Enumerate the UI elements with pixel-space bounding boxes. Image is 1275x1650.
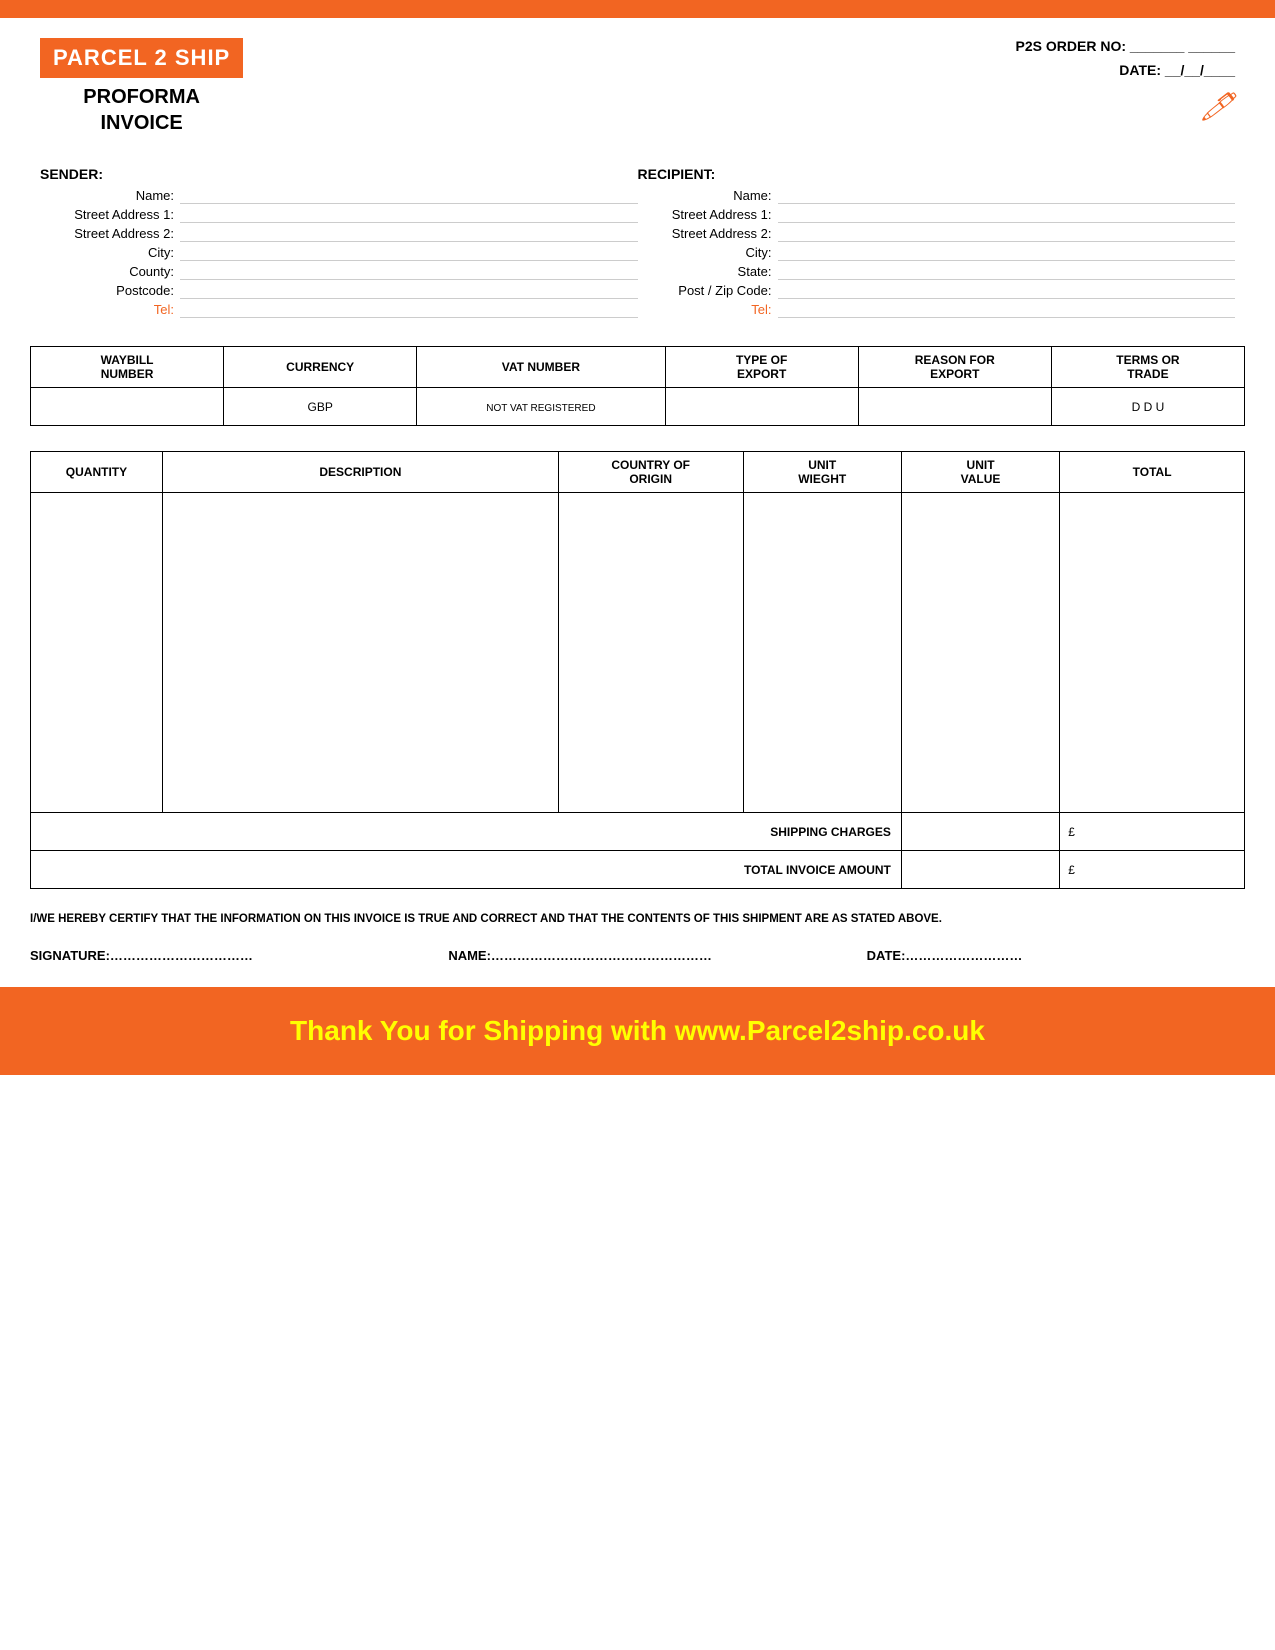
total-invoice-label: TOTAL INVOICE AMOUNT — [31, 851, 902, 889]
cell-item-unit-value — [901, 493, 1059, 813]
cell-item-total — [1060, 493, 1245, 813]
th-country-origin: COUNTRY OFORIGIN — [558, 452, 743, 493]
footer-text: Thank You for Shipping with www.Parcel2s… — [290, 1015, 985, 1047]
th-unit-value: UNITVALUE — [901, 452, 1059, 493]
th-unit-weight: UNITWIEGHT — [743, 452, 901, 493]
total-unit-wt-cell — [901, 851, 1059, 889]
signature-field: SIGNATURE:…………………………… — [30, 948, 408, 963]
logo-text: PARCEL 2 SHIP — [53, 45, 230, 70]
recipient-street1-row: Street Address 1: — [638, 207, 1236, 223]
invoice-total-row: TOTAL INVOICE AMOUNT £ — [31, 851, 1245, 889]
total-amount-cell: £ — [1060, 851, 1245, 889]
upper-table-header-row: WAYBILLNUMBER CURRENCY VAT NUMBER TYPE O… — [31, 347, 1245, 388]
recipient-block: RECIPIENT: Name: Street Address 1: Stree… — [638, 166, 1236, 321]
shipping-charges-label: SHIPPING CHARGES — [31, 813, 902, 851]
th-total: TOTAL — [1060, 452, 1245, 493]
cell-item-desc — [162, 493, 558, 813]
shipping-unit-wt-cell — [901, 813, 1059, 851]
signature-line: SIGNATURE:…………………………… NAME:…………………………………… — [0, 934, 1275, 977]
sender-city-row: City: — [40, 245, 638, 261]
header: PARCEL 2 SHIP PROFORMAINVOICE P2S ORDER … — [0, 18, 1275, 146]
shipping-total-cell: £ — [1060, 813, 1245, 851]
col-vat-header: VAT NUMBER — [417, 347, 665, 388]
name-field: NAME:…………………………………………… — [448, 948, 826, 963]
upper-table-data-row: GBP NOT VAT REGISTERED D D U — [31, 388, 1245, 426]
th-quantity: QUANTITY — [31, 452, 163, 493]
sender-name-row: Name: — [40, 188, 638, 204]
sender-label: SENDER: — [40, 166, 638, 182]
date-field: DATE: __/__/____ — [1016, 62, 1235, 78]
shipping-row: SHIPPING CHARGES £ — [31, 813, 1245, 851]
cell-item-origin — [558, 493, 743, 813]
sender-county-row: County: — [40, 264, 638, 280]
logo-title-block: PARCEL 2 SHIP PROFORMAINVOICE — [40, 38, 243, 136]
recipient-tel-row: Tel: — [638, 302, 1236, 318]
recipient-name-row: Name: — [638, 188, 1236, 204]
items-empty-row — [31, 493, 1245, 813]
recipient-street2-row: Street Address 2: — [638, 226, 1236, 242]
certification-text: I/WE HEREBY CERTIFY THAT THE INFORMATION… — [0, 899, 1275, 934]
items-header-row: QUANTITY DESCRIPTION COUNTRY OFORIGIN UN… — [31, 452, 1245, 493]
upper-table-container: WAYBILLNUMBER CURRENCY VAT NUMBER TYPE O… — [0, 331, 1275, 436]
cell-item-qty — [31, 493, 163, 813]
col-reason-export-header: REASON FOREXPORT — [858, 347, 1051, 388]
cell-waybill — [31, 388, 224, 426]
cell-terms: D D U — [1051, 388, 1244, 426]
order-no: P2S ORDER NO: _______ ______ — [1016, 38, 1235, 54]
col-waybill-header: WAYBILLNUMBER — [31, 347, 224, 388]
recipient-city-row: City: — [638, 245, 1236, 261]
top-orange-bar — [0, 0, 1275, 18]
col-currency-header: CURRENCY — [224, 347, 417, 388]
recipient-zip-row: Post / Zip Code: — [638, 283, 1236, 299]
th-description: DESCRIPTION — [162, 452, 558, 493]
sender-street2-row: Street Address 2: — [40, 226, 638, 242]
recipient-label: RECIPIENT: — [638, 166, 1236, 182]
address-section: SENDER: Name: Street Address 1: Street A… — [0, 146, 1275, 331]
cell-currency: GBP — [224, 388, 417, 426]
col-terms-header: TERMS ORTRADE — [1051, 347, 1244, 388]
bottom-bar: Thank You for Shipping with www.Parcel2s… — [0, 987, 1275, 1075]
cell-type-export — [665, 388, 858, 426]
sender-street1-row: Street Address 1: — [40, 207, 638, 223]
signature-icon: 🖊 — [1016, 90, 1235, 123]
items-main-table: QUANTITY DESCRIPTION COUNTRY OFORIGIN UN… — [30, 451, 1245, 889]
cell-reason-export — [858, 388, 1051, 426]
upper-table: WAYBILLNUMBER CURRENCY VAT NUMBER TYPE O… — [30, 346, 1245, 426]
items-main-table-container: QUANTITY DESCRIPTION COUNTRY OFORIGIN UN… — [0, 436, 1275, 899]
sender-tel-row: Tel: — [40, 302, 638, 318]
cell-vat: NOT VAT REGISTERED — [417, 388, 665, 426]
sender-block: SENDER: Name: Street Address 1: Street A… — [40, 166, 638, 321]
order-section: P2S ORDER NO: _______ ______ DATE: __/__… — [1016, 38, 1235, 123]
invoice-title: PROFORMAINVOICE — [83, 84, 200, 136]
cell-item-unit-weight — [743, 493, 901, 813]
sender-postcode-row: Postcode: — [40, 283, 638, 299]
logo-box: PARCEL 2 SHIP — [40, 38, 243, 78]
col-type-export-header: TYPE OFEXPORT — [665, 347, 858, 388]
recipient-state-row: State: — [638, 264, 1236, 280]
date-field-sig: DATE:……………………… — [867, 948, 1245, 963]
